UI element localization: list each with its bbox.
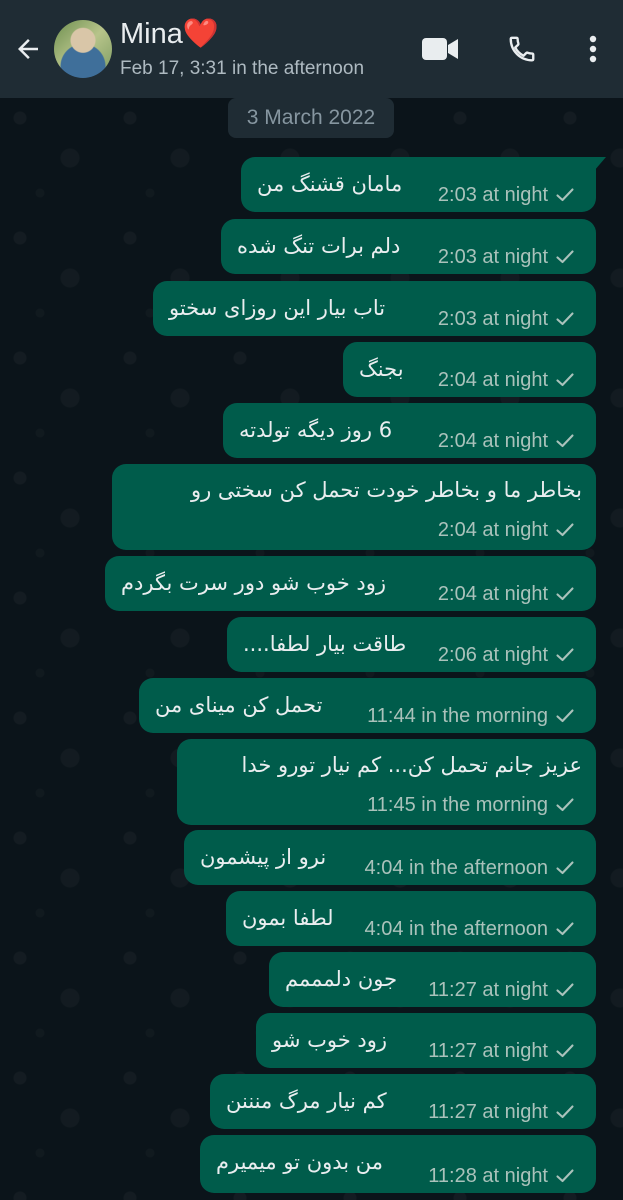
outgoing-message-bubble[interactable]: کم نیار مرگ منننن 11:27 at night (210, 1074, 596, 1129)
message-timestamp: 4:04 in the afternoon (364, 857, 548, 879)
message-meta: 11:27 at night (428, 1100, 574, 1124)
message-timestamp: 4:04 in the afternoon (364, 918, 548, 940)
message-meta: 2:04 at night (438, 429, 574, 453)
message-text: تحمل کن مینای من (155, 693, 323, 717)
outgoing-message-bubble[interactable]: بجنگ 2:04 at night (343, 342, 596, 397)
sent-check-icon (556, 312, 574, 326)
message-meta: 2:03 at night (438, 183, 574, 207)
sent-check-icon (556, 709, 574, 723)
bubble-tail (594, 157, 606, 171)
message-timestamp: 2:04 at night (437, 369, 548, 391)
message-meta: 11:28 at night (428, 1164, 574, 1188)
message-timestamp: 2:03 at night (437, 184, 548, 206)
message-text: زود خوب شو دور سرت بگردم (121, 571, 387, 595)
message-timestamp: 11:44 in the morning (367, 705, 548, 727)
outgoing-message-bubble[interactable]: تاب بیار این روزای سختو 2:03 at night (153, 281, 596, 336)
outgoing-message-bubble[interactable]: جون دلمممم 11:27 at night (269, 952, 596, 1007)
outgoing-message-bubble[interactable]: زود خوب شو 11:27 at night (256, 1013, 596, 1068)
message-text: بجنگ (359, 357, 404, 381)
message-meta: 11:44 in the morning (367, 704, 574, 728)
message-timestamp: 2:03 at night (437, 308, 548, 330)
sent-check-icon (556, 861, 574, 875)
message-text: کم نیار مرگ منننن (226, 1089, 387, 1113)
message-meta: 2:04 at night (438, 368, 574, 392)
sent-check-icon (556, 373, 574, 387)
sent-check-icon (556, 798, 574, 812)
outgoing-message-bubble[interactable]: عزیز جانم تحمل کن... کم نیار تورو خدا 11:… (177, 739, 596, 825)
message-timestamp: 2:04 at night (437, 519, 548, 541)
outgoing-message-bubble[interactable]: دلم برات تنگ شده 2:03 at night (221, 219, 596, 274)
message-meta: 11:27 at night (428, 978, 574, 1002)
message-timestamp: 11:28 at night (428, 1165, 548, 1187)
message-timestamp: 2:03 at night (437, 246, 548, 268)
message-text: مامان قشنگ من (257, 172, 403, 196)
message-meta: 4:04 in the afternoon (365, 856, 574, 880)
message-text: طاقت بیار لطفا.... (243, 632, 407, 656)
outgoing-message-bubble[interactable]: تحمل کن مینای من 11:44 in the morning (139, 678, 596, 733)
message-text: دلم برات تنگ شده (237, 234, 401, 258)
outgoing-message-bubble[interactable]: 6 روز دیگه تولدته 2:04 at night (223, 403, 596, 458)
sent-check-icon (556, 587, 574, 601)
message-timestamp: 11:27 at night (428, 1040, 548, 1062)
message-text: عزیز جانم تحمل کن... کم نیار تورو خدا (241, 753, 582, 777)
message-timestamp: 2:06 at night (437, 644, 548, 666)
sent-check-icon (556, 434, 574, 448)
message-text: زود خوب شو (272, 1028, 388, 1052)
sent-check-icon (556, 188, 574, 202)
message-text: نرو از پیشمون (200, 845, 327, 869)
message-meta: 2:04 at night (438, 518, 574, 542)
message-meta: 2:03 at night (438, 307, 574, 331)
sent-check-icon (556, 1169, 574, 1183)
message-meta: 2:03 at night (438, 245, 574, 269)
sent-check-icon (556, 922, 574, 936)
sent-check-icon (556, 1105, 574, 1119)
message-timestamp: 11:27 at night (428, 979, 548, 1001)
outgoing-message-bubble[interactable]: طاقت بیار لطفا.... 2:06 at night (227, 617, 596, 672)
sent-check-icon (556, 983, 574, 997)
sent-check-icon (556, 648, 574, 662)
message-meta: 2:06 at night (438, 643, 574, 667)
message-list[interactable]: مامان قشنگ من 2:03 at night دلم برات تنگ ش… (0, 0, 623, 1200)
message-timestamp: 2:04 at night (437, 583, 548, 605)
message-meta: 11:45 in the morning (367, 793, 574, 817)
message-text: تاب بیار این روزای سختو (169, 296, 386, 320)
outgoing-message-bubble[interactable]: بخاطر ما و بخاطر خودت تحمل کن سختی رو 2:0… (112, 464, 596, 550)
message-meta: 4:04 in the afternoon (365, 917, 574, 941)
message-text: جون دلمممم (285, 967, 398, 991)
sent-check-icon (556, 250, 574, 264)
outgoing-message-bubble[interactable]: مامان قشنگ من 2:03 at night (241, 157, 606, 212)
message-meta: 11:27 at night (428, 1039, 574, 1063)
sent-check-icon (556, 523, 574, 537)
message-meta: 2:04 at night (438, 582, 574, 606)
outgoing-message-bubble[interactable]: نرو از پیشمون 4:04 in the afternoon (184, 830, 596, 885)
message-text: بخاطر ما و بخاطر خودت تحمل کن سختی رو (190, 478, 582, 502)
sent-check-icon (556, 1044, 574, 1058)
message-text: لطفا بمون (242, 906, 334, 930)
message-timestamp: 2:04 at night (437, 430, 548, 452)
message-timestamp: 11:27 at night (428, 1101, 548, 1123)
message-text: من بدون تو میمیرم (216, 1150, 384, 1174)
outgoing-message-bubble[interactable]: زود خوب شو دور سرت بگردم 2:04 at night (105, 556, 596, 611)
outgoing-message-bubble[interactable]: لطفا بمون 4:04 in the afternoon (226, 891, 596, 946)
message-text: 6 روز دیگه تولدته (239, 418, 393, 442)
outgoing-message-bubble[interactable]: من بدون تو میمیرم 11:28 at night (200, 1135, 596, 1193)
message-timestamp: 11:45 in the morning (367, 794, 548, 816)
